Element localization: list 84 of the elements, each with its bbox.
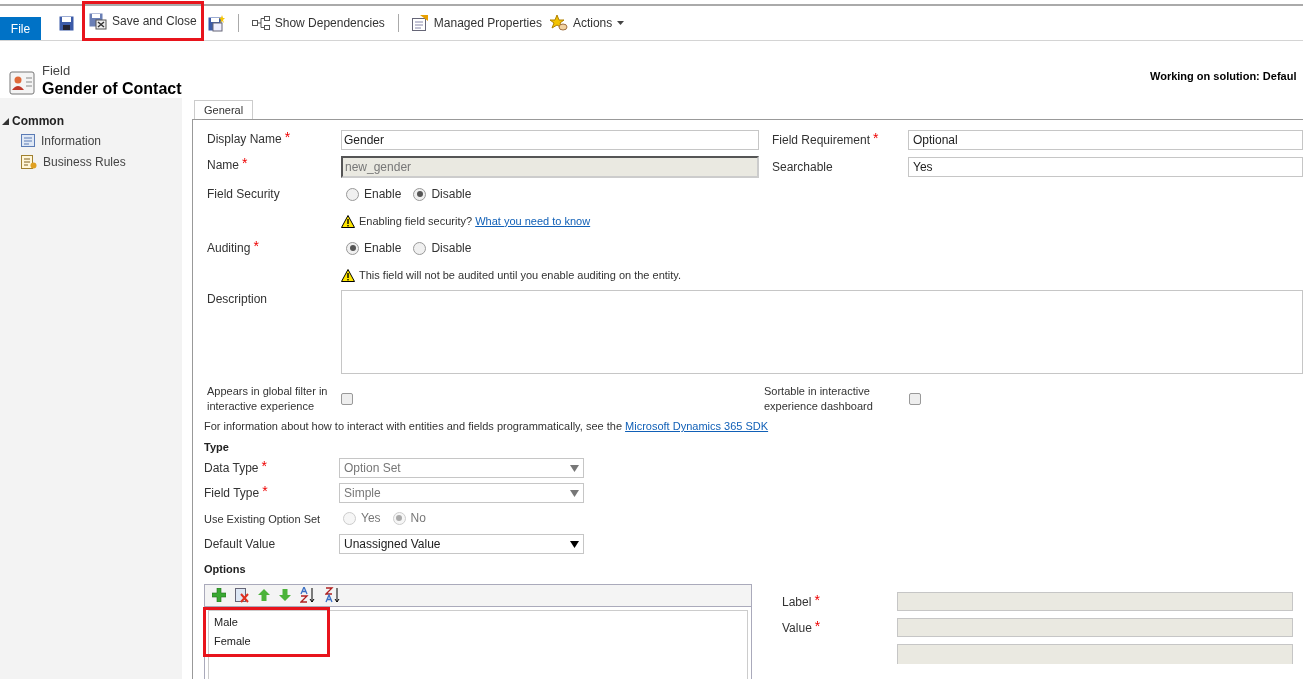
expanded-arrow-icon[interactable] bbox=[2, 117, 9, 125]
field-label: Auditing bbox=[207, 240, 251, 257]
dropdown-arrow-icon bbox=[570, 540, 579, 548]
info-text: For information about how to interact with entities and fields programmatically, see the Microsoft Dynamics 365 SDK bbox=[204, 419, 770, 434]
field-label: Appears in global filter in interactive experience bbox=[207, 384, 329, 414]
field-label: Searchable bbox=[772, 158, 833, 176]
field-label: Label bbox=[782, 593, 812, 611]
option-item[interactable]: Female bbox=[209, 631, 319, 651]
required-mark: * bbox=[873, 130, 879, 145]
required-mark: * bbox=[284, 129, 291, 144]
required-mark: * bbox=[814, 592, 820, 607]
form-icon bbox=[21, 134, 35, 147]
text-field[interactable]: Gender bbox=[341, 129, 759, 150]
radio-label: Enable bbox=[364, 240, 402, 257]
field-label: Use Existing Option Set bbox=[204, 513, 321, 525]
sort-descending-icon[interactable] bbox=[325, 587, 341, 603]
tab[interactable]: General bbox=[194, 100, 254, 119]
contact-card-icon bbox=[8, 69, 36, 97]
save-close-icon bbox=[89, 12, 107, 30]
dropdown-field[interactable]: Yes bbox=[908, 156, 1303, 177]
toolbar-button[interactable]: Save and Close bbox=[82, 1, 204, 41]
file-menu-button[interactable]: File bbox=[0, 17, 41, 40]
section-title: Options bbox=[204, 562, 247, 577]
radio-button[interactable] bbox=[346, 187, 359, 201]
field-label: Default Value bbox=[204, 536, 276, 553]
text-field[interactable] bbox=[897, 592, 1293, 611]
sidebar-group[interactable]: Common bbox=[12, 112, 64, 130]
solution-label: Working on solution: Defaul bbox=[1150, 69, 1297, 84]
properties-icon bbox=[411, 15, 429, 31]
page-title: Gender of Contact bbox=[42, 79, 183, 99]
required-mark: * bbox=[262, 484, 268, 498]
warning-icon bbox=[341, 214, 355, 228]
radio-button[interactable] bbox=[413, 187, 427, 201]
field-label: Field Type bbox=[204, 485, 260, 502]
dropdown-arrow-icon bbox=[570, 489, 579, 497]
sdk-link[interactable]: Microsoft Dynamics 365 SDK bbox=[625, 420, 769, 432]
star-hand-icon bbox=[549, 15, 568, 31]
required-mark: * bbox=[814, 618, 821, 633]
dropdown-arrow-icon bbox=[570, 464, 579, 472]
hierarchy-icon bbox=[251, 16, 270, 30]
radio-label: Yes bbox=[361, 510, 381, 527]
arrow-down-icon[interactable] bbox=[279, 589, 291, 601]
required-mark: * bbox=[261, 459, 267, 473]
radio-label: No bbox=[410, 510, 426, 527]
arrow-up-icon[interactable] bbox=[258, 589, 270, 601]
radio-label: Enable bbox=[364, 186, 402, 203]
entity-type-label: Field bbox=[42, 63, 72, 79]
sort-ascending-icon[interactable] bbox=[300, 587, 316, 603]
radio-button[interactable] bbox=[413, 241, 427, 255]
help-link[interactable]: What you need to know bbox=[475, 214, 591, 227]
field-label: Field Security bbox=[207, 186, 280, 203]
field-label: Description bbox=[207, 291, 268, 308]
add-icon[interactable] bbox=[212, 588, 226, 602]
checkbox[interactable] bbox=[341, 393, 353, 405]
field-label: Field Requirement bbox=[772, 131, 871, 149]
caret-icon bbox=[617, 21, 625, 25]
required-mark: * bbox=[253, 239, 259, 253]
actions-menu-button[interactable]: Actions bbox=[545, 11, 629, 35]
field-label: Display Name bbox=[207, 130, 282, 148]
checkbox[interactable] bbox=[909, 393, 921, 405]
field-label: Sortable in interactive experience dashboard bbox=[764, 384, 874, 414]
warning-text: This field will not be audited until you enable auditing on the entity. bbox=[359, 267, 682, 283]
field-label: Data Type bbox=[204, 460, 259, 477]
dropdown-field[interactable]: Optional bbox=[908, 129, 1303, 150]
radio-button[interactable] bbox=[346, 241, 359, 255]
text-field[interactable] bbox=[897, 643, 1293, 664]
delete-icon[interactable] bbox=[235, 587, 249, 603]
toolbar-button[interactable]: Managed Properties bbox=[407, 11, 546, 35]
field-label: Value bbox=[782, 619, 812, 637]
rules-icon bbox=[21, 154, 37, 169]
section-title: Type bbox=[204, 439, 230, 455]
radio-label: Disable bbox=[431, 186, 472, 203]
sidebar-item[interactable]: Information bbox=[41, 131, 102, 150]
text-field[interactable] bbox=[897, 618, 1293, 637]
toolbar-button[interactable]: Show Dependencies bbox=[247, 11, 389, 35]
dropdown-field[interactable]: Unassigned Value bbox=[339, 534, 584, 554]
field-label: Name bbox=[207, 156, 239, 174]
sidebar-item[interactable]: Business Rules bbox=[43, 152, 126, 171]
description-field[interactable] bbox=[341, 290, 1303, 374]
required-mark: * bbox=[242, 155, 248, 170]
warning-text: Enabling field security? What you need to know bbox=[359, 213, 591, 229]
option-item[interactable]: Male bbox=[209, 612, 319, 632]
warning-icon bbox=[341, 268, 355, 282]
radio-label: Disable bbox=[431, 240, 472, 257]
